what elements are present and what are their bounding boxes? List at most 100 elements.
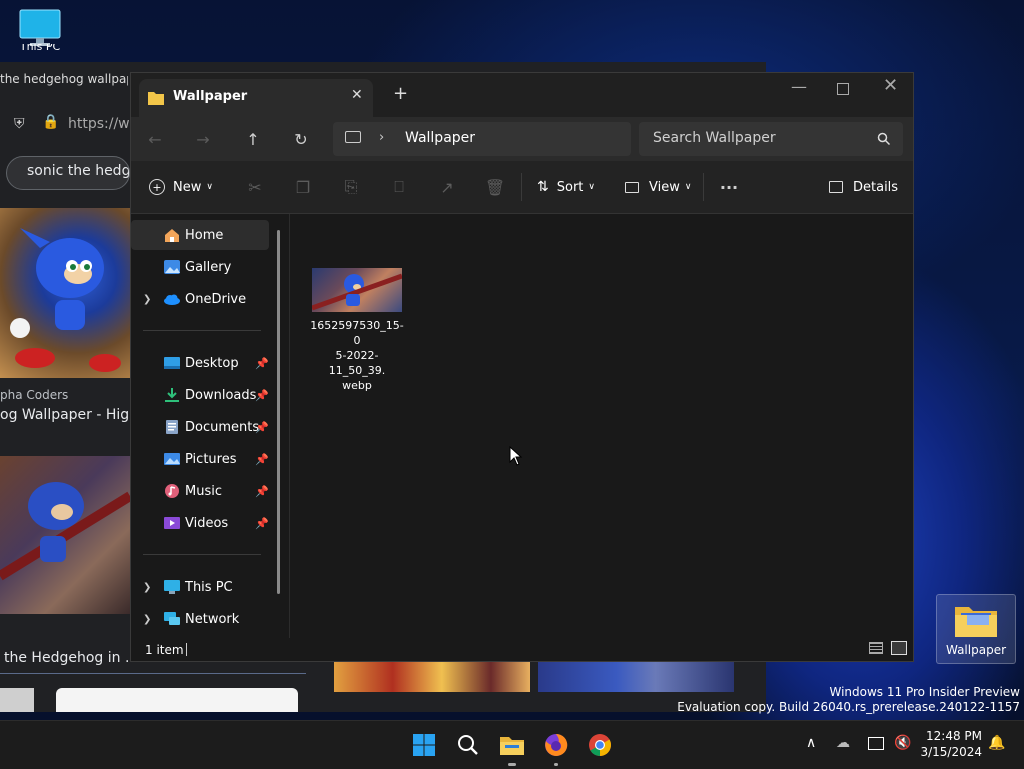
nav-item-gallery[interactable]: Gallery: [131, 252, 269, 282]
nav-item-onedrive[interactable]: ❯ OneDrive: [131, 284, 269, 314]
close-tab-icon[interactable]: ✕: [351, 87, 363, 103]
view-icon: [625, 181, 639, 193]
details-view-icon[interactable]: [869, 642, 883, 654]
nav-item-downloads[interactable]: Downloads 📌: [131, 380, 269, 410]
maximize-button[interactable]: [837, 83, 849, 95]
share-icon[interactable]: ↗: [435, 175, 459, 199]
sort-button[interactable]: ⇅ Sort ∨: [537, 175, 595, 199]
file-name-line-3: webp: [342, 379, 372, 392]
desktop: This PC the hedgehog wallpaper ⛨ 🔒 https…: [0, 0, 1024, 720]
watermark-line-1: Windows 11 Pro Insider Preview: [829, 685, 1020, 699]
browser-address-bar[interactable]: ⛨ 🔒 https://ww: [8, 110, 141, 140]
wallpaper-desktop-folder[interactable]: Wallpaper: [936, 594, 1016, 664]
minimize-button[interactable]: —: [791, 77, 807, 96]
windows-watermark: Windows 11 Pro Insider Preview Evaluatio…: [677, 685, 1020, 715]
sort-icon: ⇅: [537, 179, 549, 195]
result-2-title[interactable]: the Hedgehog in ...: [4, 650, 138, 666]
browser-tab[interactable]: the hedgehog wallpaper: [0, 72, 128, 96]
result-1-title[interactable]: og Wallpaper - High: [0, 407, 138, 423]
nav-label-desktop: Desktop: [185, 355, 239, 371]
back-arrow-icon[interactable]: ←: [143, 127, 167, 151]
file-list-area[interactable]: 1652597530_15-0 5-2022-11_50_39. webp: [291, 214, 913, 638]
new-tab-icon[interactable]: +: [393, 83, 408, 104]
new-button[interactable]: + New ∨: [149, 175, 213, 199]
search-button[interactable]: [452, 729, 484, 761]
file-name-line-2: 5-2022-11_50_39.: [328, 349, 386, 377]
chrome-taskbar-button[interactable]: [584, 729, 616, 761]
watermark-line-2: Evaluation copy. Build 26040.rs_prerelea…: [677, 700, 1020, 714]
this-pc-desktop-icon[interactable]: This PC: [12, 8, 68, 52]
view-button[interactable]: View ∨: [625, 175, 691, 199]
pin-icon: 📌: [255, 356, 269, 370]
delete-icon[interactable]: 🗑: [483, 175, 507, 199]
refresh-icon[interactable]: ↻: [289, 127, 313, 151]
taskbar: ∧ ☁ 🔇 12:48 PM 3/15/2024 🔔: [0, 720, 1024, 769]
toolbar-separator: [521, 173, 522, 201]
file-name: 1652597530_15-0 5-2022-11_50_39. webp: [309, 318, 405, 393]
shield-icon: ⛨: [14, 116, 25, 132]
file-explorer-taskbar-button[interactable]: [496, 729, 528, 766]
nav-divider: [143, 554, 261, 555]
result-thumbnail-2[interactable]: [0, 456, 130, 614]
details-pane-icon: [829, 181, 843, 193]
command-bar: + New ∨ ✂ ❐ ⎘ ⎕ ↗ 🗑 ⇅ Sort ∨ View ∨ ···: [131, 161, 913, 214]
bottom-thumbnail-2[interactable]: [56, 688, 298, 712]
rename-icon[interactable]: ⎕: [387, 175, 411, 199]
notification-bell-icon[interactable]: 🔔: [988, 735, 1005, 751]
home-icon: [165, 229, 179, 242]
this-pc-desktop-label: This PC: [19, 44, 61, 52]
result-divider: [0, 673, 306, 674]
monitor-icon: [19, 9, 61, 46]
network-status-icon[interactable]: [868, 737, 884, 750]
clock[interactable]: 12:48 PM 3/15/2024: [918, 728, 982, 760]
nav-item-this-pc[interactable]: ❯ This PC: [131, 572, 269, 602]
folder-icon: [500, 737, 524, 755]
nav-item-desktop[interactable]: Desktop 📌: [131, 348, 269, 378]
volume-muted-icon[interactable]: 🔇: [894, 735, 911, 751]
search-icon: [458, 735, 478, 755]
view-button-label: View: [649, 179, 680, 195]
large-icons-view-icon[interactable]: [891, 641, 907, 655]
bottom-thumbnail-1[interactable]: [0, 688, 34, 712]
chevron-up-icon[interactable]: ∧: [806, 735, 816, 751]
sonic-image: [10, 228, 121, 372]
file-item[interactable]: 1652597530_15-0 5-2022-11_50_39. webp: [309, 268, 405, 393]
lock-icon: 🔒: [42, 114, 60, 130]
paste-icon[interactable]: ⎘: [339, 175, 363, 199]
firefox-taskbar-button[interactable]: [540, 729, 572, 766]
chevron-right-icon[interactable]: ❯: [143, 294, 151, 305]
start-button[interactable]: [408, 729, 440, 761]
nav-item-music[interactable]: Music 📌: [131, 476, 269, 506]
details-button[interactable]: Details: [829, 175, 898, 199]
forward-arrow-icon[interactable]: →: [191, 127, 215, 151]
sonic-image-2: [0, 482, 130, 581]
search-chip[interactable]: sonic the hedgeh: [6, 156, 130, 190]
music-icon: [165, 484, 179, 498]
running-indicator: [508, 763, 516, 766]
chevron-right-icon[interactable]: ›: [379, 130, 384, 145]
copy-icon[interactable]: ❐: [291, 175, 315, 199]
cloud-offline-icon[interactable]: ☁: [836, 735, 850, 751]
nav-item-home[interactable]: Home: [131, 220, 269, 250]
chevron-right-icon[interactable]: ❯: [143, 582, 151, 593]
more-options-icon[interactable]: ···: [717, 175, 741, 199]
result-thumbnail-1[interactable]: [0, 208, 130, 378]
search-box[interactable]: Search Wallpaper: [639, 122, 903, 156]
bottom-thumbnail-3[interactable]: [334, 662, 530, 692]
nav-item-videos[interactable]: Videos 📌: [131, 508, 269, 538]
close-window-button[interactable]: ✕: [883, 75, 898, 96]
nav-item-pictures[interactable]: Pictures 📌: [131, 444, 269, 474]
breadcrumb-current[interactable]: Wallpaper: [405, 130, 475, 146]
breadcrumb-bar[interactable]: › Wallpaper: [333, 122, 631, 156]
explorer-tab[interactable]: Wallpaper ✕: [139, 79, 373, 117]
cut-icon[interactable]: ✂: [243, 175, 267, 199]
pane-divider[interactable]: [289, 214, 290, 638]
nav-item-documents[interactable]: Documents 📌: [131, 412, 269, 442]
pin-icon: 📌: [255, 452, 269, 466]
nav-item-network[interactable]: ❯ Network: [131, 604, 269, 634]
nav-label-videos: Videos: [185, 515, 229, 531]
nav-scrollbar[interactable]: [277, 230, 280, 594]
up-arrow-icon[interactable]: ↑: [241, 127, 265, 151]
chevron-right-icon[interactable]: ❯: [143, 614, 151, 625]
search-input[interactable]: Search Wallpaper: [653, 130, 776, 146]
